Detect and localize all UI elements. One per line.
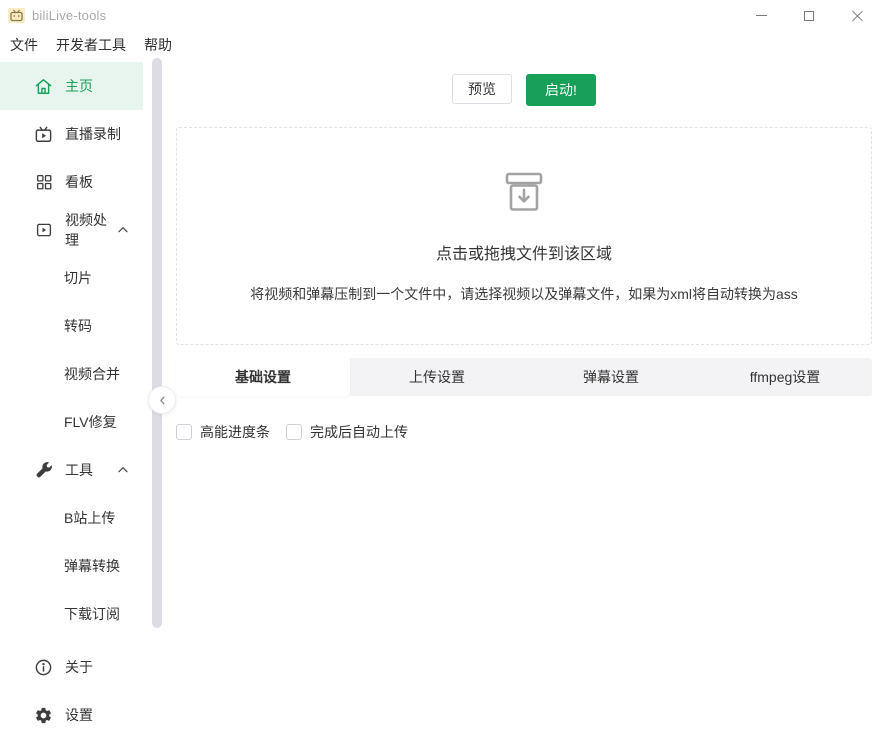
dropzone-subtitle: 将视频和弹幕压制到一个文件中，请选择视频以及弹幕文件，如果为xml将自动转换为a… [250, 284, 798, 304]
option-label: 高能进度条 [200, 422, 270, 442]
sidebar-item-danmu-convert[interactable]: 弹幕转换 [0, 542, 143, 590]
settings-tabs: 基础设置 上传设置 弹幕设置 ffmpeg设置 [176, 358, 872, 396]
menu-file[interactable]: 文件 [1, 35, 47, 55]
sidebar-item-live-record[interactable]: 直播录制 [0, 110, 143, 158]
home-icon [34, 77, 53, 96]
sidebar-item-about[interactable]: 关于 [0, 643, 143, 691]
minimize-button[interactable] [737, 0, 785, 31]
sidebar-item-label: 弹幕转换 [64, 556, 120, 576]
action-row: 预览 启动! [176, 74, 872, 106]
dropzone-title: 点击或拖拽文件到该区域 [436, 240, 612, 264]
sidebar-footer: 关于 设置 [0, 643, 143, 741]
app-logo-icon [8, 8, 25, 23]
app-window: biliLive-tools 文件 开发者工具 帮助 主页 [0, 0, 881, 741]
info-icon [34, 658, 53, 677]
sidebar-item-video-merge[interactable]: 视频合并 [0, 350, 143, 398]
gear-icon [34, 706, 53, 725]
sidebar-item-home[interactable]: 主页 [0, 62, 143, 110]
sidebar-item-label: 设置 [65, 705, 93, 725]
titlebar: biliLive-tools [0, 0, 881, 31]
sidebar-item-flv-repair[interactable]: FLV修复 [0, 398, 143, 446]
sidebar-item-transcode[interactable]: 转码 [0, 302, 143, 350]
option-label: 完成后自动上传 [310, 422, 408, 442]
option-high-energy-progress[interactable]: 高能进度条 [176, 422, 270, 442]
wrench-icon [34, 461, 53, 480]
window-title: biliLive-tools [32, 8, 106, 23]
sidebar-item-clip[interactable]: 切片 [0, 254, 143, 302]
sidebar-item-label: 视频合并 [64, 364, 120, 384]
sidebar-item-bili-upload[interactable]: B站上传 [0, 494, 143, 542]
sidebar-item-label: 下载订阅 [64, 604, 120, 624]
tab-upload-settings[interactable]: 上传设置 [350, 358, 524, 396]
sidebar-item-label: 切片 [64, 268, 92, 288]
app-body: 主页 直播录制 [0, 58, 881, 741]
options-row: 高能进度条 完成后自动上传 [176, 422, 872, 442]
dashboard-icon [34, 173, 53, 192]
sidebar-item-settings[interactable]: 设置 [0, 691, 143, 739]
sidebar-item-label: 工具 [65, 460, 93, 480]
file-dropzone[interactable]: 点击或拖拽文件到该区域 将视频和弹幕压制到一个文件中，请选择视频以及弹幕文件，如… [176, 127, 872, 345]
video-icon [34, 221, 53, 240]
main-content: 预览 启动! 点击或拖拽文件到该区域 将视频和弹幕压制到一个文件中，请选择视频以… [176, 58, 881, 741]
menubar: 文件 开发者工具 帮助 [0, 31, 881, 58]
sidebar-item-label: 主页 [65, 76, 93, 96]
sidebar: 主页 直播录制 [0, 58, 143, 741]
minimize-icon [756, 15, 767, 16]
maximize-icon [804, 11, 814, 21]
chevron-up-icon [116, 463, 130, 477]
checkbox-unchecked-icon[interactable] [176, 424, 192, 440]
sidebar-item-label: 转码 [64, 316, 92, 336]
chevron-left-icon [156, 394, 169, 407]
tab-ffmpeg-settings[interactable]: ffmpeg设置 [698, 358, 872, 396]
sidebar-gap [143, 58, 176, 741]
sidebar-item-download-subscribe[interactable]: 下载订阅 [0, 590, 143, 638]
sidebar-item-dashboard[interactable]: 看板 [0, 158, 143, 206]
close-icon [852, 10, 863, 21]
sidebar-item-label: B站上传 [64, 508, 115, 528]
menu-devtools[interactable]: 开发者工具 [47, 35, 135, 55]
sidebar-item-tools[interactable]: 工具 [0, 446, 143, 494]
sidebar-scrollbar[interactable] [152, 58, 162, 628]
close-button[interactable] [833, 0, 881, 31]
sidebar-item-label: 看板 [65, 172, 93, 192]
sidebar-item-label: 视频处理 [65, 210, 116, 250]
sidebar-item-label: 关于 [65, 657, 93, 677]
sidebar-item-video-process[interactable]: 视频处理 [0, 206, 143, 254]
checkbox-unchecked-icon[interactable] [286, 424, 302, 440]
inbox-download-icon [500, 168, 548, 216]
tv-record-icon [34, 125, 53, 144]
preview-button[interactable]: 预览 [452, 74, 512, 104]
tab-danmu-settings[interactable]: 弹幕设置 [524, 358, 698, 396]
window-controls [737, 0, 881, 31]
sidebar-item-label: 直播录制 [65, 124, 121, 144]
maximize-button[interactable] [785, 0, 833, 31]
chevron-up-icon [116, 223, 130, 237]
start-button[interactable]: 启动! [526, 74, 596, 106]
option-auto-upload-after-finish[interactable]: 完成后自动上传 [286, 422, 408, 442]
menu-help[interactable]: 帮助 [135, 35, 181, 55]
sidebar-item-label: FLV修复 [64, 412, 117, 432]
sidebar-collapse-button[interactable] [148, 386, 176, 414]
tab-basic-settings[interactable]: 基础设置 [176, 358, 350, 396]
